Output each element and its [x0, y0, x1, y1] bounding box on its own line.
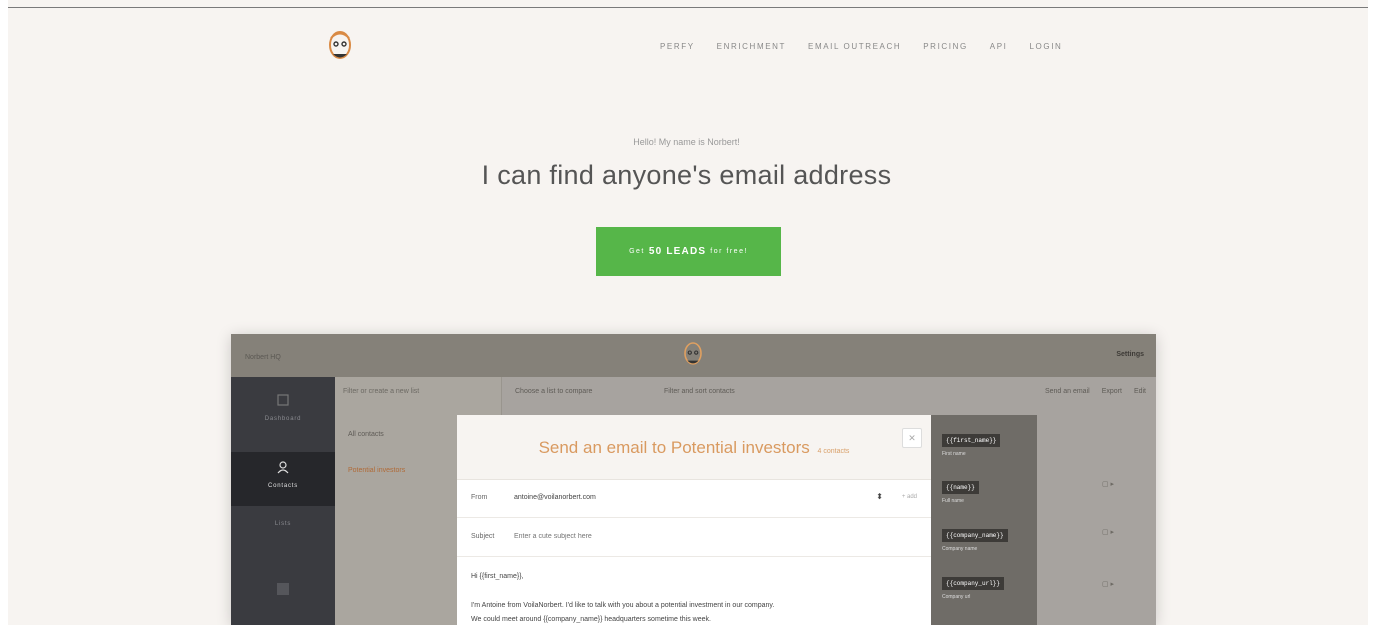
sidebar-item-contacts[interactable]: Contacts	[231, 452, 335, 506]
top-divider	[8, 7, 1368, 8]
list-item-all-contacts[interactable]: All contacts	[348, 431, 384, 438]
variable-name[interactable]: {{name}} Full name	[942, 476, 979, 504]
email-body-line[interactable]: I'm Antoine from VoilaNorbert. I'd like …	[471, 602, 774, 609]
cta-prefix: Get	[629, 248, 645, 255]
from-row: From antoine@voilanorbert.com ⬍ + add	[457, 479, 931, 518]
app-sidebar: Dashboard Contacts Lists	[231, 377, 335, 625]
user-icon	[277, 461, 289, 474]
left-edge	[0, 0, 8, 625]
add-sender-button[interactable]: + add	[902, 494, 917, 500]
sidebar-item-lists-icon[interactable]	[231, 582, 335, 601]
variable-tag: {{first_name}}	[942, 434, 1001, 447]
subject-input[interactable]	[514, 533, 814, 540]
sidebar-item-lists[interactable]: Lists	[231, 517, 335, 527]
variable-label: Full name	[942, 498, 964, 504]
modal-header: Send an email to Potential investors 4 c…	[457, 415, 931, 480]
list-search[interactable]: Filter or create a new list	[343, 388, 419, 395]
nav-email-outreach[interactable]: Email Outreach	[808, 42, 901, 51]
variable-company-name[interactable]: {{company_name}} Company name	[942, 524, 1008, 552]
nav-api[interactable]: API	[990, 42, 1008, 51]
edit-link[interactable]: Edit	[1134, 388, 1146, 395]
email-greeting[interactable]: Hi {{first_name}},	[471, 573, 524, 580]
right-edge	[1368, 0, 1373, 625]
variable-tag: {{company_url}}	[942, 577, 1005, 590]
toolbar-compare[interactable]: Choose a list to compare	[515, 388, 592, 395]
list-item-potential-investors[interactable]: Potential investors	[348, 467, 405, 474]
row-actions-icon[interactable]: ▢ ▸	[1102, 580, 1132, 590]
variable-tag: {{name}}	[942, 481, 979, 494]
subject-label: Subject	[471, 533, 495, 540]
variable-label: First name	[942, 451, 966, 457]
norbert-logo-icon[interactable]	[325, 28, 355, 66]
cta-suffix: for free!	[710, 248, 748, 255]
nav-login[interactable]: Login	[1030, 42, 1063, 51]
dashboard-icon	[277, 394, 289, 406]
variables-panel: {{first_name}} First name {{name}} Full …	[931, 415, 1037, 625]
cta-main: 50 LEADS	[648, 246, 707, 257]
get-leads-button[interactable]: Get 50 LEADS for free!	[596, 227, 781, 276]
modal-title-text: Send an email to Potential investors	[538, 438, 810, 457]
variable-label: Company url	[942, 594, 971, 600]
toolbar-filter[interactable]: Filter and sort contacts	[664, 388, 735, 395]
toolbar-actions: Send an email Export Edit	[1045, 388, 1146, 395]
sidebar-label: Contacts	[267, 483, 299, 489]
email-body-line[interactable]: We could meet around {{company_name}} he…	[471, 616, 711, 623]
send-email-modal: Send an email to Potential investors 4 c…	[457, 415, 931, 625]
row-actions-icon[interactable]: ▢ ▸	[1102, 528, 1132, 538]
subject-row: Subject	[457, 518, 931, 557]
hero-title: I can find anyone's email address	[481, 160, 892, 190]
hero-subtitle: Hello! My name is Norbert!	[633, 137, 740, 147]
top-nav: Perfy Enrichment Email Outreach Pricing …	[660, 42, 1062, 51]
close-icon[interactable]: ✕	[902, 428, 922, 448]
sidebar-item-dashboard[interactable]: Dashboard	[231, 393, 335, 422]
modal-title: Send an email to Potential investors 4 c…	[457, 438, 931, 458]
nav-perfy[interactable]: Perfy	[660, 42, 695, 51]
app-logo-icon	[684, 342, 702, 365]
variable-tag: {{company_name}}	[942, 529, 1008, 542]
app-header: Norbert HQ Settings	[231, 334, 1156, 377]
export-link[interactable]: Export	[1102, 388, 1122, 395]
send-email-link[interactable]: Send an email	[1045, 388, 1090, 395]
from-label: From	[471, 494, 488, 501]
variable-company-url[interactable]: {{company_url}} Company url	[942, 572, 1005, 600]
sidebar-label: Dashboard	[264, 416, 302, 422]
nav-pricing[interactable]: Pricing	[923, 42, 968, 51]
caret-icon[interactable]: ⬍	[876, 492, 883, 501]
app-preview: Norbert HQ Settings Dashboard Contacts L…	[231, 334, 1156, 625]
sidebar-label: Lists	[274, 521, 292, 527]
modal-count: 4 contacts	[817, 448, 850, 455]
account-name[interactable]: Norbert HQ	[245, 354, 281, 361]
variable-label: Company name	[942, 546, 978, 552]
row-actions-icon[interactable]: ▢ ▸	[1102, 480, 1132, 490]
settings-link[interactable]: Settings	[1116, 351, 1144, 358]
list-icon	[277, 583, 289, 595]
from-select[interactable]: antoine@voilanorbert.com	[514, 494, 596, 501]
variable-first-name[interactable]: {{first_name}} First name	[942, 429, 1001, 457]
nav-enrichment[interactable]: Enrichment	[717, 42, 786, 51]
